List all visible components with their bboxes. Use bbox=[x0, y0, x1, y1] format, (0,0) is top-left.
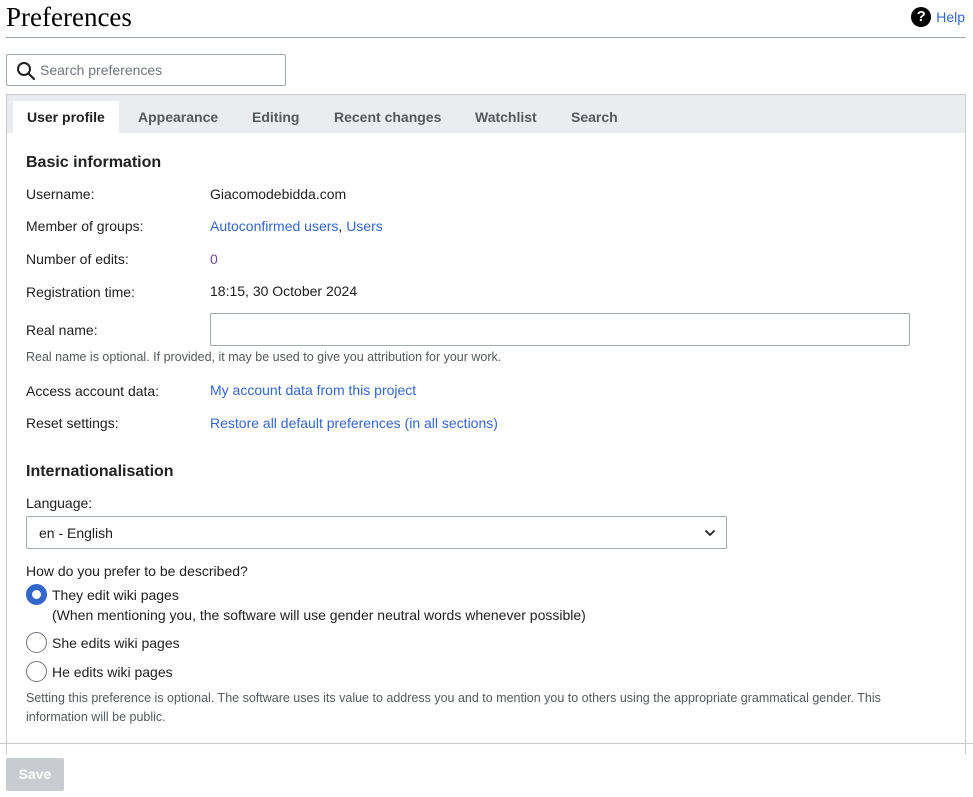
realname-label: Real name: bbox=[26, 322, 98, 338]
restore-defaults-link[interactable]: Restore all default preferences (in all … bbox=[210, 415, 498, 431]
section-basic-information: Basic information bbox=[26, 154, 162, 171]
language-value: en - English bbox=[39, 525, 113, 541]
radio-she[interactable] bbox=[26, 632, 47, 653]
account-data-link[interactable]: My account data from this project bbox=[210, 382, 416, 398]
tab-user-profile[interactable]: User profile bbox=[13, 101, 119, 133]
radio-he-label[interactable]: He edits wiki pages bbox=[52, 664, 173, 680]
realname-field[interactable] bbox=[210, 313, 910, 346]
username-value: Giacomodebidda.com bbox=[210, 186, 347, 202]
registration-label: Registration time: bbox=[26, 284, 135, 300]
groups-separator: , bbox=[338, 218, 343, 234]
tab-editing[interactable]: Editing bbox=[252, 101, 299, 133]
gender-question: How do you prefer to be described? bbox=[26, 563, 248, 579]
language-select[interactable]: en - English bbox=[26, 516, 727, 549]
gender-help: Setting this preference is optional. The… bbox=[26, 691, 881, 724]
radio-they-sublabel: (When mentioning you, the software will … bbox=[52, 607, 586, 623]
radio-they-label[interactable]: They edit wiki pages bbox=[52, 587, 179, 603]
tab-appearance[interactable]: Appearance bbox=[138, 101, 218, 133]
registration-value: 18:15, 30 October 2024 bbox=[210, 283, 358, 299]
tab-search[interactable]: Search bbox=[571, 101, 618, 133]
chevron-down-icon bbox=[705, 530, 715, 536]
search-icon bbox=[17, 62, 36, 81]
search-input[interactable] bbox=[40, 55, 280, 85]
group-link-autoconfirmed[interactable]: Autoconfirmed users bbox=[210, 218, 338, 234]
section-internationalisation: Internationalisation bbox=[26, 463, 174, 480]
reset-label: Reset settings: bbox=[26, 415, 119, 431]
access-label: Access account data: bbox=[26, 383, 160, 399]
help-link[interactable]: Help bbox=[936, 9, 965, 25]
help-link-group[interactable]: ? Help bbox=[911, 7, 965, 27]
footer-divider bbox=[0, 743, 973, 744]
title-divider bbox=[6, 37, 966, 38]
groups-value: Autoconfirmed users, Users bbox=[210, 218, 383, 234]
realname-help: Real name is optional. If provided, it m… bbox=[26, 350, 502, 364]
page-title: Preferences bbox=[6, 2, 132, 32]
radio-she-label[interactable]: She edits wiki pages bbox=[52, 635, 180, 651]
tab-recent-changes[interactable]: Recent changes bbox=[334, 101, 441, 133]
radio-he[interactable] bbox=[26, 661, 47, 682]
tab-watchlist[interactable]: Watchlist bbox=[475, 101, 537, 133]
preferences-panel: User profile Appearance Editing Recent c… bbox=[6, 94, 966, 754]
language-label: Language: bbox=[26, 495, 93, 511]
radio-they[interactable] bbox=[26, 584, 47, 605]
save-button[interactable]: Save bbox=[6, 758, 64, 791]
tab-bar: User profile Appearance Editing Recent c… bbox=[7, 95, 965, 133]
groups-label: Member of groups: bbox=[26, 218, 144, 234]
help-icon[interactable]: ? bbox=[911, 7, 932, 27]
username-label: Username: bbox=[26, 186, 95, 202]
edits-count-link[interactable]: 0 bbox=[210, 251, 218, 267]
group-link-users[interactable]: Users bbox=[346, 218, 383, 234]
search-box[interactable] bbox=[6, 54, 286, 86]
edits-label: Number of edits: bbox=[26, 251, 129, 267]
